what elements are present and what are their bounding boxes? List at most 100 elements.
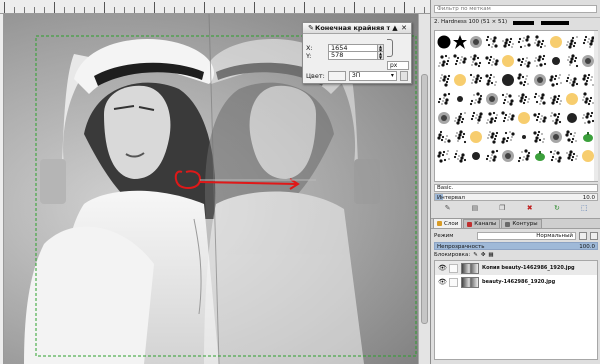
brush-thumbnail[interactable] <box>485 52 500 70</box>
new-brush-icon[interactable]: ▤ <box>470 204 480 212</box>
brush-thumbnail[interactable] <box>564 71 579 89</box>
duplicate-brush-icon[interactable]: ❐ <box>497 204 507 212</box>
brush-thumbnail[interactable] <box>453 33 468 51</box>
brush-thumbnail[interactable] <box>501 52 516 70</box>
brush-thumbnail[interactable] <box>548 147 563 165</box>
brush-thumbnail[interactable] <box>564 90 579 108</box>
brush-thumbnail[interactable] <box>453 109 468 127</box>
y-spinner[interactable]: ▲ ▼ <box>378 51 384 60</box>
brush-thumbnail[interactable] <box>501 33 516 51</box>
layer-row[interactable]: 👁 Копия beauty-1462986_1920.jpg <box>435 261 597 275</box>
brush-thumbnail[interactable] <box>453 147 468 165</box>
lock-pixels-icon[interactable]: ✎ <box>473 252 478 258</box>
brush-thumbnail[interactable] <box>548 109 563 127</box>
brush-thumbnail[interactable] <box>564 109 579 127</box>
lock-alpha-icon[interactable]: ▦ <box>488 252 493 258</box>
brush-thumbnail[interactable] <box>516 71 531 89</box>
brush-thumbnail[interactable] <box>548 128 563 146</box>
brush-thumbnail[interactable] <box>564 147 579 165</box>
scrollbar-thumb[interactable] <box>421 74 428 324</box>
brush-thumbnail[interactable] <box>516 33 531 51</box>
brush-thumbnail[interactable] <box>485 128 500 146</box>
brush-thumbnail[interactable] <box>501 128 516 146</box>
refresh-brushes-icon[interactable]: ↻ <box>552 204 562 212</box>
brush-thumbnail[interactable] <box>469 109 484 127</box>
brush-thumbnail[interactable] <box>516 128 531 146</box>
opacity-slider[interactable]: Непрозрачность 100.0 <box>434 242 598 250</box>
tab-paths[interactable]: Контуры <box>501 219 542 228</box>
color-swatch[interactable] <box>327 71 346 81</box>
image-workspace[interactable]: ✎ Конечная крайняя точка ▲ ✕ X: 1654 ▲▼ … <box>0 0 430 364</box>
brush-thumbnail[interactable] <box>501 90 516 108</box>
collapse-icon[interactable]: ▲ <box>391 24 399 32</box>
brush-thumbnail[interactable] <box>437 90 452 108</box>
brush-thumbnail[interactable] <box>485 147 500 165</box>
brush-thumbnail[interactable] <box>580 109 595 127</box>
color-picker-button[interactable] <box>399 71 408 81</box>
brush-thumbnail[interactable] <box>516 147 531 165</box>
brush-thumbnail[interactable] <box>532 128 547 146</box>
brush-thumbnail[interactable] <box>532 71 547 89</box>
brush-thumbnail[interactable] <box>564 128 579 146</box>
brush-thumbnail[interactable] <box>437 147 452 165</box>
brush-thumbnail[interactable] <box>453 128 468 146</box>
spacing-slider[interactable]: Интервал 10.0 <box>434 193 598 201</box>
brush-thumbnail[interactable] <box>564 52 579 70</box>
lock-position-icon[interactable]: ✥ <box>481 252 486 258</box>
vertical-scrollbar[interactable] <box>418 14 430 364</box>
brush-thumbnail[interactable] <box>453 90 468 108</box>
brush-thumbnail[interactable] <box>485 33 500 51</box>
brush-thumbnail[interactable] <box>580 52 595 70</box>
brush-filter-input[interactable]: Фильтр по меткам <box>434 4 597 13</box>
endpoint-dialog[interactable]: ✎ Конечная крайняя точка ▲ ✕ X: 1654 ▲▼ … <box>302 22 412 84</box>
brush-thumbnail[interactable] <box>516 109 531 127</box>
brush-thumbnail[interactable] <box>501 109 516 127</box>
brush-thumbnail[interactable] <box>580 71 595 89</box>
brush-thumbnail[interactable] <box>469 71 484 89</box>
color-select[interactable]: ЗП ▾ <box>348 71 397 81</box>
brush-thumbnail[interactable] <box>548 90 563 108</box>
brush-thumbnail[interactable] <box>437 128 452 146</box>
brush-thumbnail[interactable] <box>532 147 547 165</box>
brush-thumbnail[interactable] <box>485 71 500 89</box>
brush-thumbnail[interactable] <box>437 109 452 127</box>
brush-thumbnail[interactable] <box>469 52 484 70</box>
brush-thumbnail[interactable] <box>485 109 500 127</box>
layer-link-toggle[interactable] <box>449 263 458 273</box>
layer-row[interactable]: 👁 beauty-1462986_1920.jpg <box>435 275 597 289</box>
brush-thumbnail[interactable] <box>548 52 563 70</box>
visibility-eye-icon[interactable]: 👁 <box>438 278 447 286</box>
brush-thumbnail[interactable] <box>580 147 595 165</box>
brush-thumbnail[interactable] <box>548 71 563 89</box>
open-brush-icon[interactable]: ⬚ <box>579 204 589 212</box>
brush-thumbnail[interactable] <box>548 33 563 51</box>
brush-thumbnail[interactable] <box>469 128 484 146</box>
mode-options-icon[interactable] <box>590 231 598 240</box>
brush-thumbnail[interactable] <box>532 109 547 127</box>
brush-thumbnail[interactable] <box>501 71 516 89</box>
visibility-eye-icon[interactable]: 👁 <box>438 264 447 272</box>
brush-scrollbar[interactable] <box>594 31 598 181</box>
brush-thumbnail[interactable] <box>516 52 531 70</box>
brush-thumbnail[interactable] <box>580 128 595 146</box>
brush-thumbnail[interactable] <box>485 90 500 108</box>
brush-thumbnail[interactable] <box>532 33 547 51</box>
layer-link-toggle[interactable] <box>449 277 458 287</box>
brush-thumbnail[interactable] <box>437 71 452 89</box>
brush-thumbnail[interactable] <box>469 33 484 51</box>
brush-thumbnail[interactable] <box>516 90 531 108</box>
brush-thumbnail[interactable] <box>453 52 468 70</box>
brush-thumbnail[interactable] <box>580 90 595 108</box>
brush-thumbnail[interactable] <box>501 147 516 165</box>
brush-thumbnail[interactable] <box>532 52 547 70</box>
tab-channels[interactable]: Каналы <box>463 219 501 228</box>
brush-thumbnail[interactable] <box>437 52 452 70</box>
mode-reset-icon[interactable] <box>579 231 587 240</box>
delete-brush-icon[interactable]: ✖ <box>525 204 535 212</box>
brush-thumbnail[interactable] <box>469 90 484 108</box>
dialog-titlebar[interactable]: ✎ Конечная крайняя точка ▲ ✕ <box>303 23 411 34</box>
edit-brush-icon[interactable]: ✎ <box>443 204 453 212</box>
brush-thumbnail[interactable] <box>564 33 579 51</box>
chain-link-icon[interactable] <box>387 39 393 57</box>
brush-thumbnail[interactable] <box>437 33 452 51</box>
